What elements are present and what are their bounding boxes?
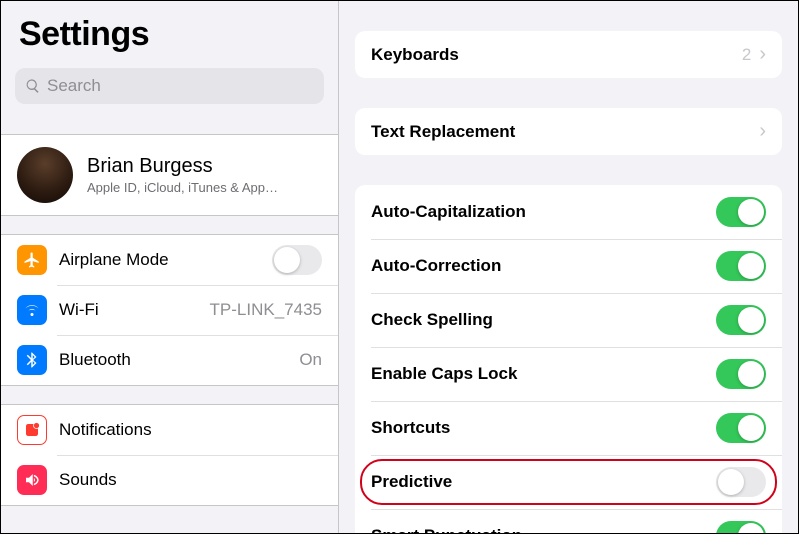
sidebar-item-wifi[interactable]: Wi-Fi TP-LINK_7435 (1, 285, 338, 335)
row-label: Wi-Fi (59, 300, 210, 320)
sidebar-item-sounds[interactable]: Sounds (1, 455, 338, 505)
detail-row-option[interactable]: Enable Caps Lock (355, 347, 782, 401)
sidebar-item-bluetooth[interactable]: Bluetooth On (1, 335, 338, 385)
option-toggle[interactable] (716, 359, 766, 389)
detail-group-keyboards: Keyboards 2 › (355, 31, 782, 78)
sidebar-group-connectivity: Airplane Mode Wi-Fi TP-LINK_7435 Bluetoo… (1, 234, 338, 386)
option-toggle[interactable] (716, 521, 766, 533)
sidebar-header: Settings (1, 1, 338, 62)
detail-row-option[interactable]: Check Spelling (355, 293, 782, 347)
bluetooth-icon (17, 345, 47, 375)
row-label: Enable Caps Lock (371, 364, 716, 384)
option-toggle[interactable] (716, 467, 766, 497)
detail-row-option[interactable]: Predictive (355, 455, 782, 509)
airplane-mode-toggle[interactable] (272, 245, 322, 275)
sounds-icon (17, 465, 47, 495)
sidebar: Settings Search Brian Burgess Apple ID, … (1, 1, 339, 533)
chevron-right-icon: › (759, 43, 766, 66)
row-label: Smart Punctuation (371, 526, 716, 533)
row-label: Predictive (371, 472, 716, 492)
row-label: Sounds (59, 470, 322, 490)
sidebar-item-airplane[interactable]: Airplane Mode (1, 235, 338, 285)
airplane-icon (17, 245, 47, 275)
avatar (17, 147, 73, 203)
wifi-network-value: TP-LINK_7435 (210, 300, 322, 320)
row-label: Auto-Capitalization (371, 202, 716, 222)
keyboards-count: 2 (742, 45, 751, 65)
row-label: Check Spelling (371, 310, 716, 330)
sidebar-item-notifications[interactable]: Notifications (1, 405, 338, 455)
chevron-right-icon: › (759, 120, 766, 143)
search-icon (25, 78, 41, 94)
row-label: Airplane Mode (59, 250, 272, 270)
detail-row-option[interactable]: Shortcuts (355, 401, 782, 455)
option-toggle[interactable] (716, 305, 766, 335)
option-toggle[interactable] (716, 197, 766, 227)
page-title: Settings (19, 15, 320, 54)
option-toggle[interactable] (716, 251, 766, 281)
detail-group-text-replacement: Text Replacement › (355, 108, 782, 155)
row-label: Text Replacement (371, 122, 751, 142)
detail-row-option[interactable]: Smart Punctuation (355, 509, 782, 533)
row-label: Shortcuts (371, 418, 716, 438)
detail-row-option[interactable]: Auto-Correction (355, 239, 782, 293)
row-label: Bluetooth (59, 350, 299, 370)
detail-row-keyboards[interactable]: Keyboards 2 › (355, 31, 782, 78)
row-label: Keyboards (371, 45, 742, 65)
bluetooth-status-value: On (299, 350, 322, 370)
detail-row-option[interactable]: Auto-Capitalization (355, 185, 782, 239)
option-toggle[interactable] (716, 413, 766, 443)
wifi-icon (17, 295, 47, 325)
detail-group-keyboard-options: Auto-Capitalization Auto-Correction Check … (355, 185, 782, 533)
notifications-icon (17, 415, 47, 445)
sidebar-item-profile[interactable]: Brian Burgess Apple ID, iCloud, iTunes &… (1, 134, 338, 216)
profile-subtitle: Apple ID, iCloud, iTunes & App… (87, 180, 278, 195)
search-input[interactable]: Search (15, 68, 324, 104)
search-placeholder: Search (47, 76, 101, 96)
row-label: Notifications (59, 420, 322, 440)
detail-row-text-replacement[interactable]: Text Replacement › (355, 108, 782, 155)
row-label: Auto-Correction (371, 256, 716, 276)
profile-name: Brian Burgess (87, 155, 278, 178)
sidebar-group-alerts: Notifications Sounds (1, 404, 338, 506)
detail-pane: Keyboards 2 › Text Replacement › Auto-Ca… (339, 1, 798, 533)
